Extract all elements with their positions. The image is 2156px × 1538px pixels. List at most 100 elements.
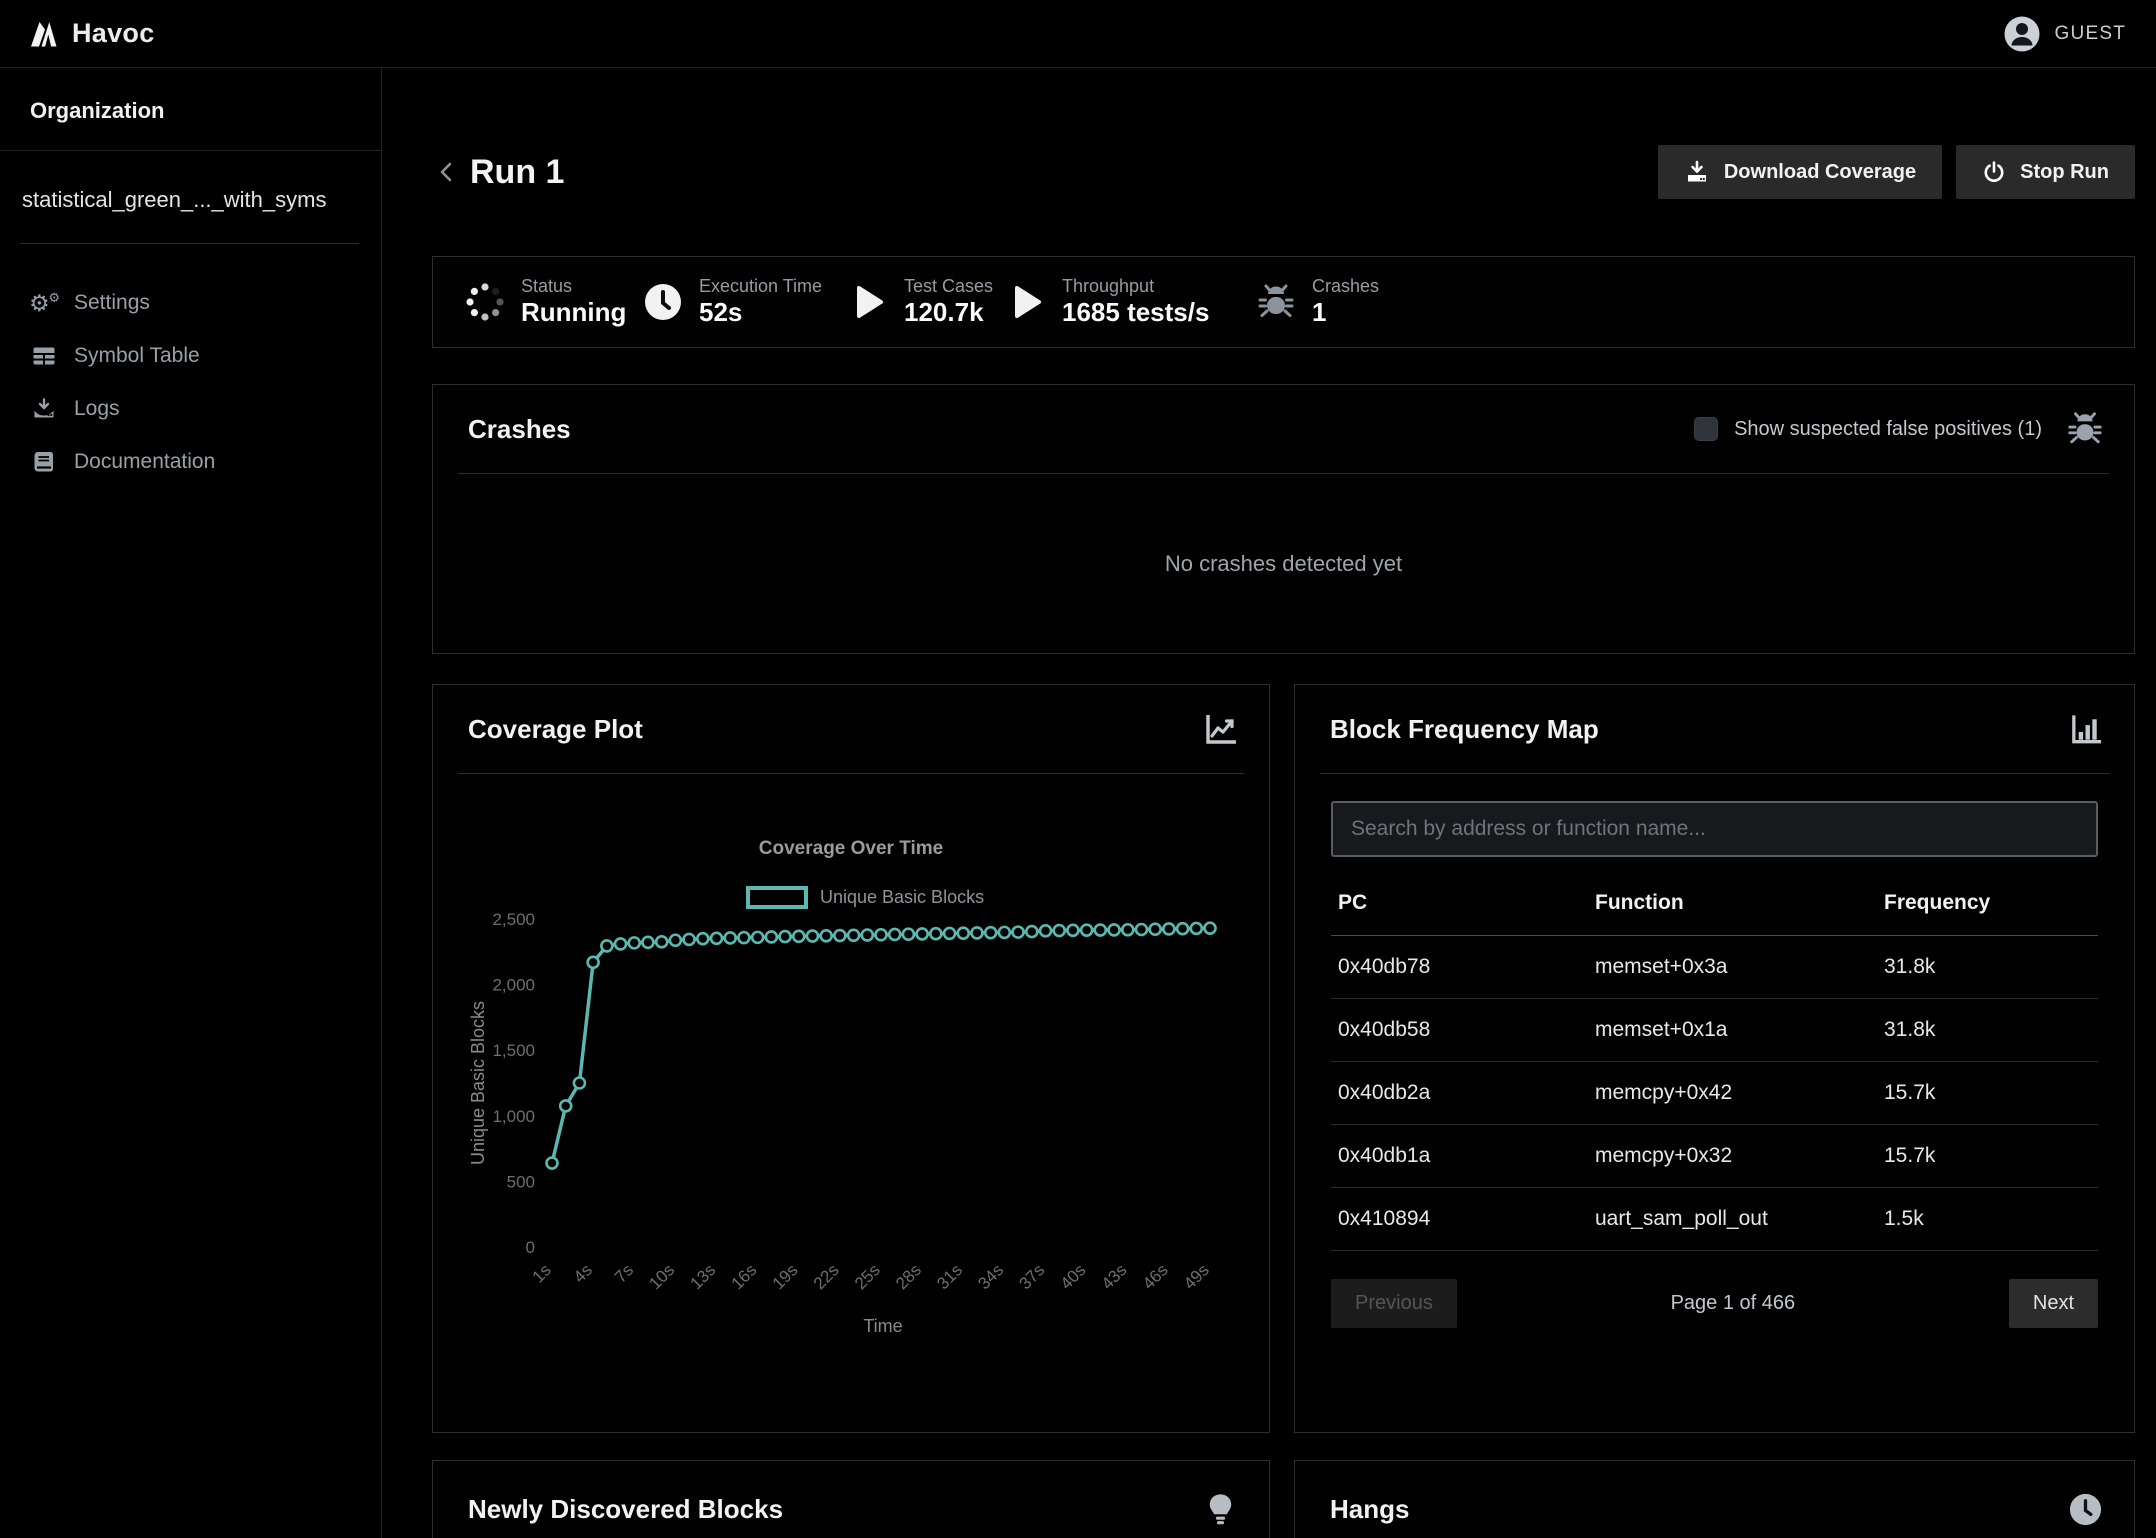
coverage-plot-title: Coverage Plot	[468, 714, 643, 745]
username-label: GUEST	[2055, 23, 2126, 45]
stat-execution-time: Execution Time 52s	[641, 276, 846, 328]
false-positives-checkbox[interactable]	[1694, 417, 1718, 441]
play-icon	[1004, 284, 1048, 320]
previous-page-button[interactable]: Previous	[1331, 1279, 1457, 1328]
svg-text:2,500: 2,500	[492, 910, 535, 929]
cell-pc: 0x40db78	[1331, 936, 1588, 999]
svg-text:7s: 7s	[611, 1260, 637, 1286]
block-frequency-table: PC Function Frequency 0x40db78 memset+0x…	[1331, 891, 2098, 1251]
stats-bar: Status Running Execution Time 52s	[432, 256, 2135, 348]
play-icon	[846, 284, 890, 320]
org-label: Organization	[30, 98, 164, 123]
next-page-button[interactable]: Next	[2009, 1279, 2098, 1328]
svg-text:10s: 10s	[645, 1260, 678, 1293]
sidebar-item-label: Documentation	[74, 450, 215, 474]
cell-function: memcpy+0x42	[1588, 1062, 1877, 1125]
svg-text:25s: 25s	[851, 1260, 884, 1293]
cell-frequency: 31.8k	[1877, 936, 2098, 999]
stat-value: 52s	[699, 297, 822, 328]
top-bar: Havoc GUEST	[0, 0, 2156, 68]
table-row[interactable]: 0x40db1a memcpy+0x32 15.7k	[1331, 1125, 2098, 1188]
svg-text:22s: 22s	[810, 1260, 843, 1293]
sidebar: Organization statistical_green_..._with_…	[0, 68, 382, 1538]
stat-label: Execution Time	[699, 276, 822, 297]
sidebar-item-logs[interactable]: Logs	[0, 382, 381, 435]
clock-icon	[641, 282, 685, 322]
false-positives-label[interactable]: Show suspected false positives (1)	[1734, 418, 2042, 441]
column-header-frequency: Frequency	[1877, 891, 2098, 936]
svg-text:31s: 31s	[933, 1260, 966, 1293]
divider	[458, 773, 1244, 774]
stat-label: Crashes	[1312, 276, 1379, 297]
table-row[interactable]: 0x40db2a memcpy+0x42 15.7k	[1331, 1062, 2098, 1125]
block-search-input[interactable]	[1331, 801, 2098, 857]
svg-text:1,000: 1,000	[492, 1107, 535, 1126]
svg-text:1,500: 1,500	[492, 1041, 535, 1060]
avatar-icon	[2002, 14, 2042, 54]
svg-text:40s: 40s	[1057, 1260, 1090, 1293]
stat-crashes: Crashes 1	[1254, 276, 1379, 328]
stop-run-button[interactable]: Stop Run	[1956, 145, 2135, 199]
bug-icon	[2066, 410, 2104, 448]
cell-frequency: 15.7k	[1877, 1125, 2098, 1188]
bar-chart-icon[interactable]	[2068, 712, 2104, 747]
org-section: Organization	[0, 68, 381, 151]
sidebar-item-symbol-table[interactable]: Symbol Table	[0, 329, 381, 382]
svg-text:19s: 19s	[769, 1260, 802, 1293]
hangs-panel: Hangs	[1294, 1460, 2135, 1538]
svg-text:4s: 4s	[570, 1260, 596, 1286]
cell-pc: 0x410894	[1331, 1188, 1588, 1251]
stat-value: 1	[1312, 297, 1379, 328]
download-coverage-label: Download Coverage	[1724, 161, 1916, 184]
sidebar-project-name[interactable]: statistical_green_..._with_syms	[0, 151, 381, 243]
power-icon	[1982, 160, 2006, 184]
book-icon	[30, 448, 57, 475]
brand-name: Havoc	[72, 18, 155, 49]
stat-value: 120.7k	[904, 297, 993, 328]
coverage-over-time-chart: Coverage Over TimeUnique Basic Blocks050…	[468, 792, 1234, 1382]
svg-text:46s: 46s	[1139, 1260, 1172, 1293]
user-menu[interactable]: GUEST	[2002, 14, 2126, 54]
svg-text:2,000: 2,000	[492, 976, 535, 995]
svg-text:49s: 49s	[1180, 1260, 1213, 1293]
svg-text:Unique Basic Blocks: Unique Basic Blocks	[820, 887, 984, 907]
svg-text:Unique Basic Blocks: Unique Basic Blocks	[468, 1001, 488, 1165]
sidebar-nav: ⚙⚙ Settings Symbol Table	[0, 244, 381, 488]
column-header-function: Function	[1588, 891, 1877, 936]
cell-frequency: 1.5k	[1877, 1188, 2098, 1251]
stat-value: Running	[521, 297, 626, 328]
sidebar-item-documentation[interactable]: Documentation	[0, 435, 381, 488]
cell-function: uart_sam_poll_out	[1588, 1188, 1877, 1251]
crashes-title: Crashes	[468, 414, 571, 445]
table-icon	[30, 342, 57, 369]
svg-text:43s: 43s	[1098, 1260, 1131, 1293]
stat-label: Status	[521, 276, 626, 297]
stat-status: Status Running	[463, 276, 641, 328]
back-button[interactable]	[432, 157, 462, 187]
chevron-left-icon	[434, 159, 460, 185]
table-row[interactable]: 0x40db58 memset+0x1a 31.8k	[1331, 999, 2098, 1062]
sidebar-item-label: Symbol Table	[74, 344, 200, 368]
line-chart-icon[interactable]	[1202, 712, 1239, 747]
svg-text:Time: Time	[863, 1316, 902, 1336]
cell-pc: 0x40db1a	[1331, 1125, 1588, 1188]
cell-function: memset+0x3a	[1588, 936, 1877, 999]
divider	[1320, 773, 2109, 774]
cell-frequency: 31.8k	[1877, 999, 2098, 1062]
sidebar-item-label: Logs	[74, 397, 120, 421]
cell-function: memcpy+0x32	[1588, 1125, 1877, 1188]
sidebar-item-settings[interactable]: ⚙⚙ Settings	[0, 276, 381, 329]
cell-frequency: 15.7k	[1877, 1062, 2098, 1125]
brand: Havoc	[28, 18, 155, 49]
column-header-pc: PC	[1331, 891, 1588, 936]
page-status: Page 1 of 466	[1671, 1292, 1796, 1315]
table-row[interactable]: 0x40db78 memset+0x3a 31.8k	[1331, 936, 2098, 999]
svg-text:16s: 16s	[728, 1260, 761, 1293]
block-frequency-map-title: Block Frequency Map	[1330, 714, 1599, 745]
table-row[interactable]: 0x410894 uart_sam_poll_out 1.5k	[1331, 1188, 2098, 1251]
download-coverage-button[interactable]: Download Coverage	[1658, 145, 1942, 199]
sidebar-item-label: Settings	[74, 291, 150, 315]
stat-label: Test Cases	[904, 276, 993, 297]
crashes-empty-message: No crashes detected yet	[433, 474, 2134, 654]
bug-icon	[1254, 282, 1298, 322]
